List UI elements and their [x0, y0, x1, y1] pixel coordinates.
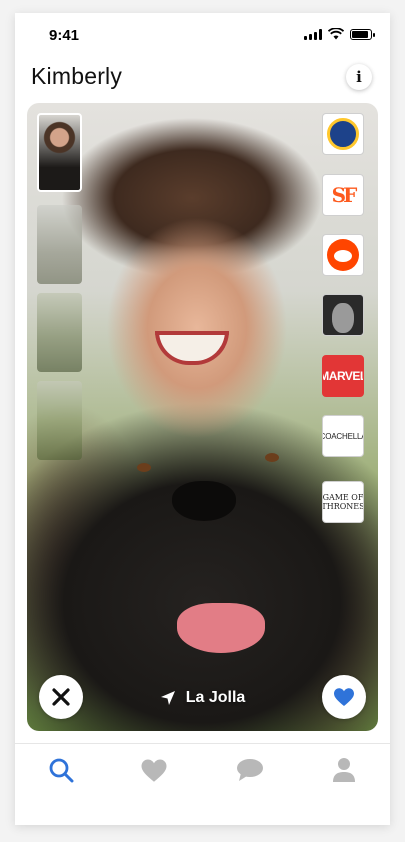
- photo-detail: [137, 463, 151, 472]
- tab-search[interactable]: [46, 756, 76, 784]
- phone-screen: 9:41 Kimberly i SF ARVE OACHELLA GAME OF…: [15, 13, 390, 825]
- photo-detail: [177, 603, 265, 653]
- chat-icon: [237, 759, 263, 781]
- info-icon: i: [356, 68, 362, 86]
- photo-thumbnail-active[interactable]: [37, 113, 82, 192]
- status-icons: [304, 28, 375, 40]
- tab-messages[interactable]: [235, 756, 265, 784]
- photo-detail: [172, 481, 236, 521]
- photo-detail: [155, 331, 229, 365]
- warriors-logo-icon[interactable]: [322, 113, 364, 155]
- eminem-photo-icon[interactable]: [322, 294, 364, 336]
- wifi-icon: [328, 28, 344, 40]
- battery-icon: [350, 28, 375, 40]
- got-logo-line1: GAME OF: [322, 493, 364, 502]
- heart-icon: [334, 688, 354, 706]
- profile-name: Kimberly: [31, 63, 123, 89]
- giants-logo-icon[interactable]: SF: [322, 174, 364, 216]
- heart-icon: [141, 759, 167, 782]
- like-button[interactable]: [322, 675, 366, 719]
- location-text: La Jolla: [185, 689, 246, 706]
- tab-profile[interactable]: [329, 756, 359, 784]
- photo-thumbnail[interactable]: [37, 293, 82, 372]
- status-time: 9:41: [49, 27, 80, 44]
- reddit-logo-icon[interactable]: [322, 234, 364, 276]
- tab-likes[interactable]: [139, 756, 169, 784]
- profile-photo-card[interactable]: SF MARVEL COACHELLA GAME OFTHRONES La Jo…: [27, 103, 378, 731]
- tab-bar: [15, 743, 390, 794]
- photo-thumbnail[interactable]: [37, 381, 82, 460]
- info-button[interactable]: i: [346, 64, 372, 90]
- game-of-thrones-logo-icon[interactable]: GAME OF THRONES: [322, 481, 364, 523]
- marvel-logo-text: MARVEL: [323, 369, 363, 383]
- status-bar: 9:41: [15, 13, 390, 57]
- location-arrow-icon: [160, 691, 175, 705]
- person-icon: [333, 758, 355, 782]
- giants-logo-text: SF: [331, 183, 358, 207]
- coachella-logo-text: COACHELLA: [323, 431, 364, 441]
- marvel-logo-icon[interactable]: MARVEL: [322, 355, 364, 397]
- photo-thumbnail[interactable]: [37, 205, 82, 284]
- photo-detail: [265, 453, 279, 462]
- search-icon: [49, 758, 74, 783]
- got-logo-line2: THRONES: [322, 502, 364, 511]
- coachella-logo-icon[interactable]: COACHELLA: [322, 415, 364, 457]
- signal-icon: [304, 28, 322, 40]
